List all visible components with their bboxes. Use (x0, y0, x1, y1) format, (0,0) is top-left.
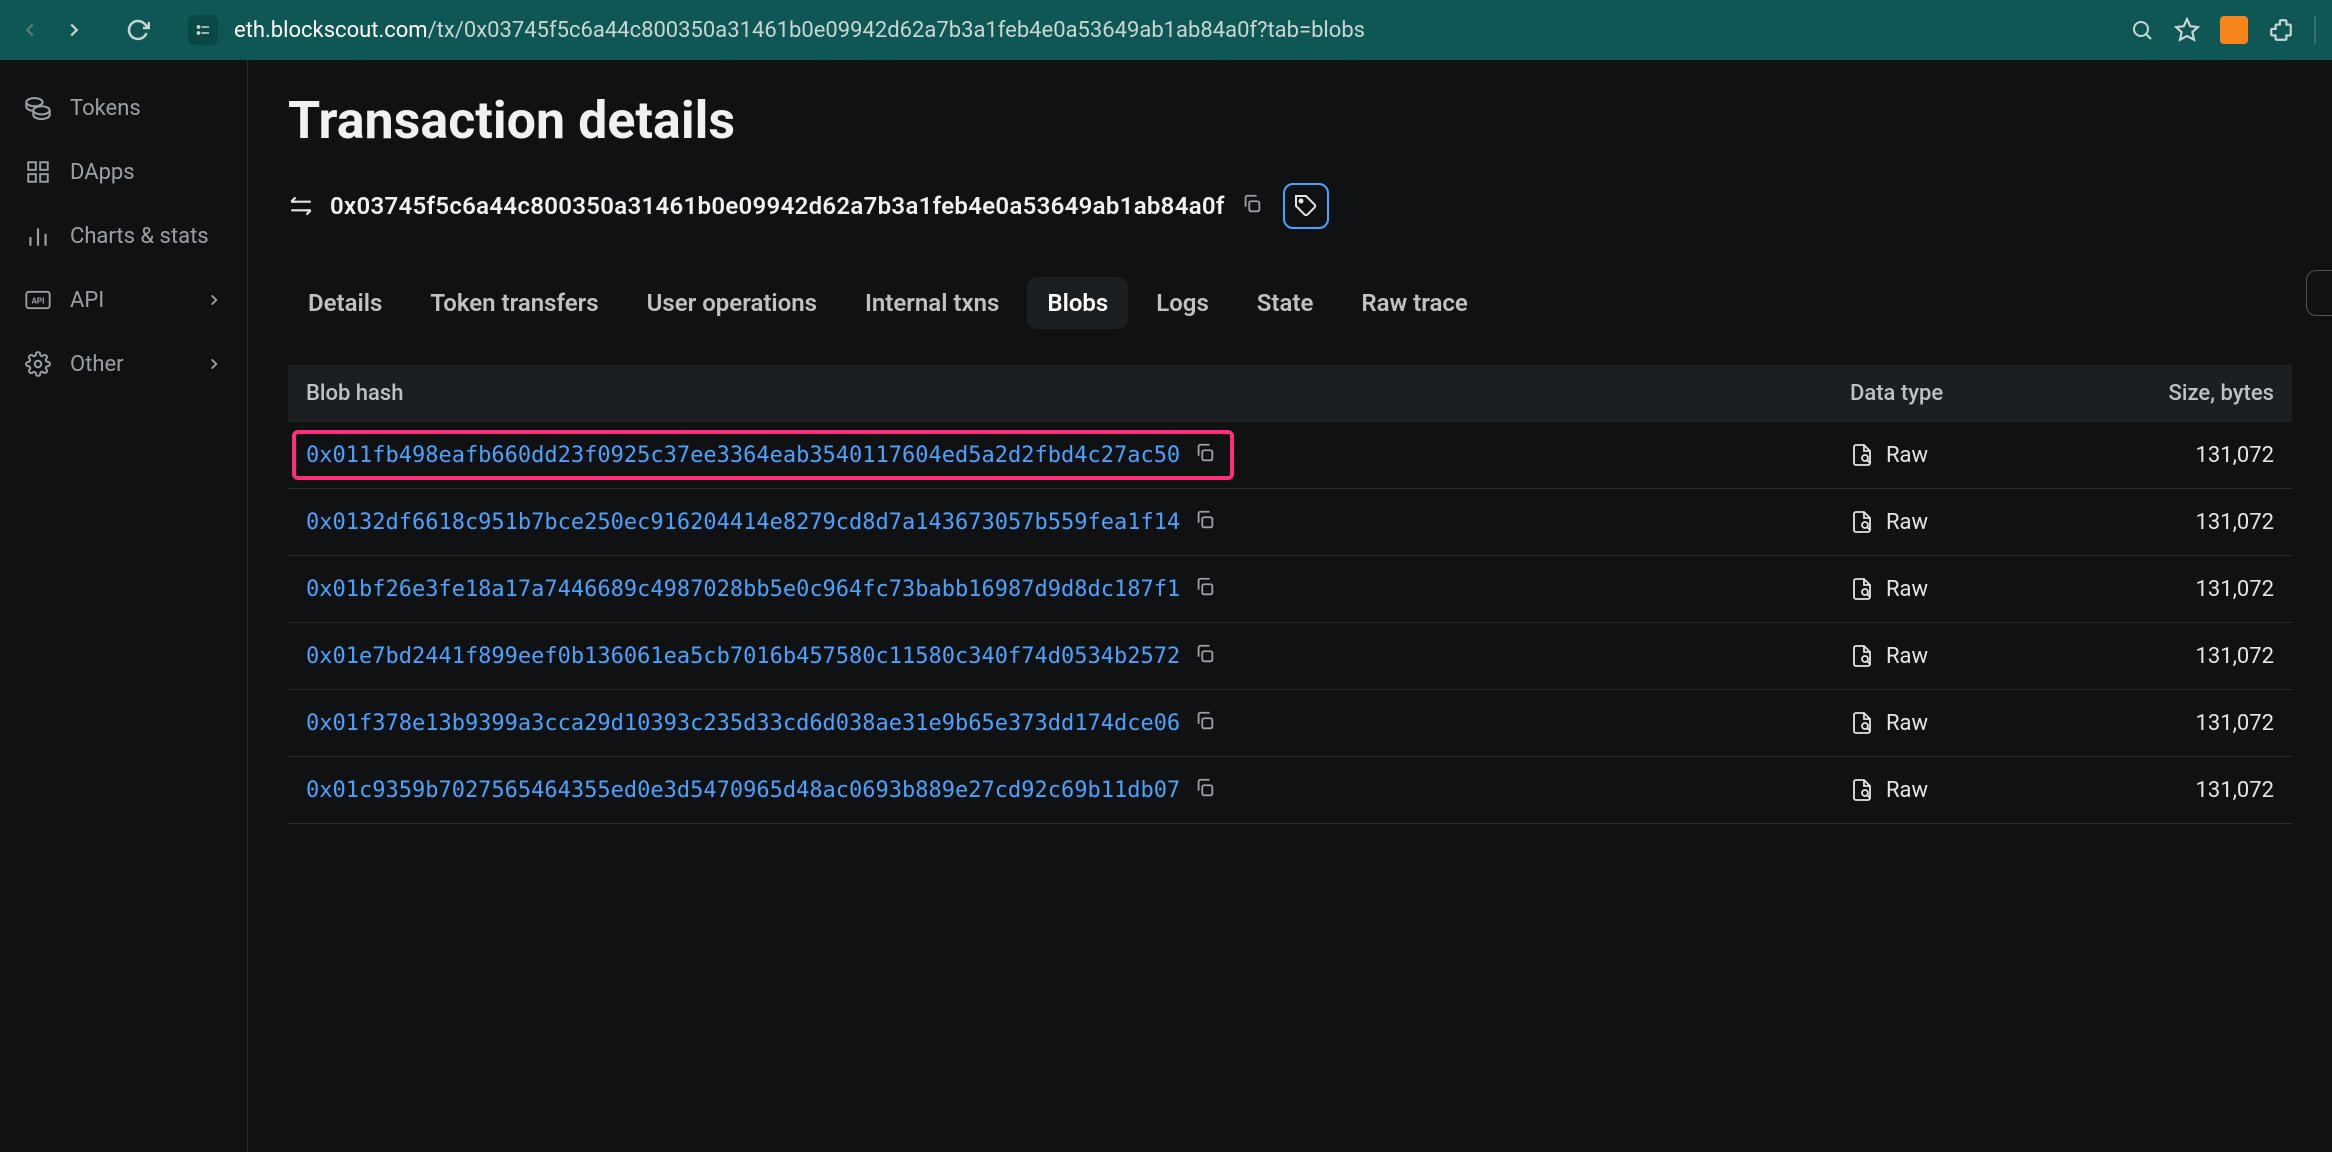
copy-blob-hash-button[interactable] (1194, 442, 1220, 468)
browser-divider (2314, 16, 2316, 44)
size-value: 131,072 (2112, 690, 2292, 757)
bars-icon (24, 222, 52, 250)
extensions-icon[interactable] (2268, 17, 2294, 43)
sidebar-item-label: API (70, 288, 104, 313)
chevron-right-icon (205, 355, 223, 373)
tab-logs[interactable]: Logs (1136, 277, 1229, 329)
table-row: 0x011fb498eafb660dd23f0925c37ee3364eab35… (288, 422, 2292, 489)
address-bar[interactable]: eth.blockscout.com/tx/0x03745f5c6a44c800… (234, 18, 2114, 43)
url-path: /tx/0x03745f5c6a44c800350a31461b0e09942d… (428, 18, 1365, 43)
data-type-value: Raw (1886, 443, 1928, 468)
sidebar-item-api[interactable]: API API (0, 268, 247, 332)
blobs-table: Blob hash Data type Size, bytes 0x011fb4… (288, 365, 2292, 824)
sidebar-item-dapps[interactable]: DApps (0, 140, 247, 204)
file-search-icon (1850, 644, 1874, 668)
tx-hash: 0x03745f5c6a44c800350a31461b0e09942d62a7… (330, 192, 1225, 220)
tx-hash-row: 0x03745f5c6a44c800350a31461b0e09942d62a7… (288, 183, 2292, 229)
size-value: 131,072 (2112, 623, 2292, 690)
tab-token-transfers[interactable]: Token transfers (410, 277, 618, 329)
table-row: 0x01f378e13b9399a3cca29d10393c235d33cd6d… (288, 690, 2292, 757)
table-row: 0x01c9359b7027565464355ed0e3d5470965d48a… (288, 757, 2292, 824)
blob-hash-link[interactable]: 0x0132df6618c951b7bce250ec916204414e8279… (306, 510, 1180, 535)
size-value: 131,072 (2112, 422, 2292, 489)
file-search-icon (1850, 510, 1874, 534)
gear-icon (24, 350, 52, 378)
grid-icon (24, 158, 52, 186)
copy-blob-hash-button[interactable] (1194, 576, 1220, 602)
blob-hash-link[interactable]: 0x01bf26e3fe18a17a7446689c4987028bb5e0c9… (306, 577, 1180, 602)
sidebar-item-charts[interactable]: Charts & stats (0, 204, 247, 268)
svg-text:API: API (31, 296, 44, 306)
col-header-hash: Blob hash (288, 365, 1832, 422)
tab-state[interactable]: State (1237, 277, 1334, 329)
tab-user-operations[interactable]: User operations (627, 277, 837, 329)
size-value: 131,072 (2112, 757, 2292, 824)
blob-hash-link[interactable]: 0x01c9359b7027565464355ed0e3d5470965d48a… (306, 778, 1180, 803)
file-search-icon (1850, 778, 1874, 802)
file-search-icon (1850, 443, 1874, 467)
blob-hash-link[interactable]: 0x01e7bd2441f899eef0b136061ea5cb7016b457… (306, 644, 1180, 669)
sidebar-item-tokens[interactable]: Tokens (0, 76, 247, 140)
size-value: 131,072 (2112, 556, 2292, 623)
site-info-icon[interactable] (188, 15, 218, 45)
chevron-right-icon (205, 291, 223, 309)
browser-toolbar: eth.blockscout.com/tx/0x03745f5c6a44c800… (0, 0, 2332, 60)
size-value: 131,072 (2112, 489, 2292, 556)
copy-blob-hash-button[interactable] (1194, 710, 1220, 736)
sidebar-item-label: Charts & stats (70, 224, 209, 249)
tab-raw-trace[interactable]: Raw trace (1341, 277, 1487, 329)
sidebar: Tokens DApps Charts & stats API API (0, 60, 248, 1152)
bookmark-star-icon[interactable] (2174, 17, 2200, 43)
table-row: 0x0132df6618c951b7bce250ec916204414e8279… (288, 489, 2292, 556)
url-domain: eth.blockscout.com (234, 18, 428, 43)
copy-blob-hash-button[interactable] (1194, 509, 1220, 535)
coins-icon (24, 94, 52, 122)
tag-button[interactable] (1283, 183, 1329, 229)
tab-blobs[interactable]: Blobs (1027, 277, 1128, 329)
file-search-icon (1850, 711, 1874, 735)
copy-blob-hash-button[interactable] (1194, 643, 1220, 669)
data-type-value: Raw (1886, 510, 1928, 535)
reload-button[interactable] (124, 16, 152, 44)
sidebar-item-label: Other (70, 352, 124, 377)
sidebar-item-label: DApps (70, 160, 135, 185)
edge-button[interactable] (2306, 270, 2332, 316)
file-search-icon (1850, 577, 1874, 601)
metamask-extension-icon[interactable] (2220, 16, 2248, 44)
data-type-value: Raw (1886, 711, 1928, 736)
api-icon: API (24, 286, 52, 314)
swap-icon (288, 193, 314, 219)
zoom-icon[interactable] (2130, 18, 2154, 42)
data-type-value: Raw (1886, 778, 1928, 803)
data-type-value: Raw (1886, 644, 1928, 669)
sidebar-item-other[interactable]: Other (0, 332, 247, 396)
tabs: DetailsToken transfersUser operationsInt… (288, 277, 2292, 329)
main-content: Transaction details 0x03745f5c6a44c80035… (248, 60, 2332, 1152)
data-type-value: Raw (1886, 577, 1928, 602)
copy-tx-hash-button[interactable] (1241, 193, 1267, 219)
blob-hash-link[interactable]: 0x011fb498eafb660dd23f0925c37ee3364eab35… (306, 443, 1180, 468)
table-row: 0x01bf26e3fe18a17a7446689c4987028bb5e0c9… (288, 556, 2292, 623)
forward-button[interactable] (60, 16, 88, 44)
copy-blob-hash-button[interactable] (1194, 777, 1220, 803)
tab-details[interactable]: Details (288, 277, 402, 329)
col-header-size: Size, bytes (2112, 365, 2292, 422)
sidebar-item-label: Tokens (70, 96, 141, 121)
col-header-type: Data type (1832, 365, 2112, 422)
tab-internal-txns[interactable]: Internal txns (845, 277, 1019, 329)
table-row: 0x01e7bd2441f899eef0b136061ea5cb7016b457… (288, 623, 2292, 690)
back-button[interactable] (16, 16, 44, 44)
blob-hash-link[interactable]: 0x01f378e13b9399a3cca29d10393c235d33cd6d… (306, 711, 1180, 736)
page-title: Transaction details (288, 90, 2292, 151)
